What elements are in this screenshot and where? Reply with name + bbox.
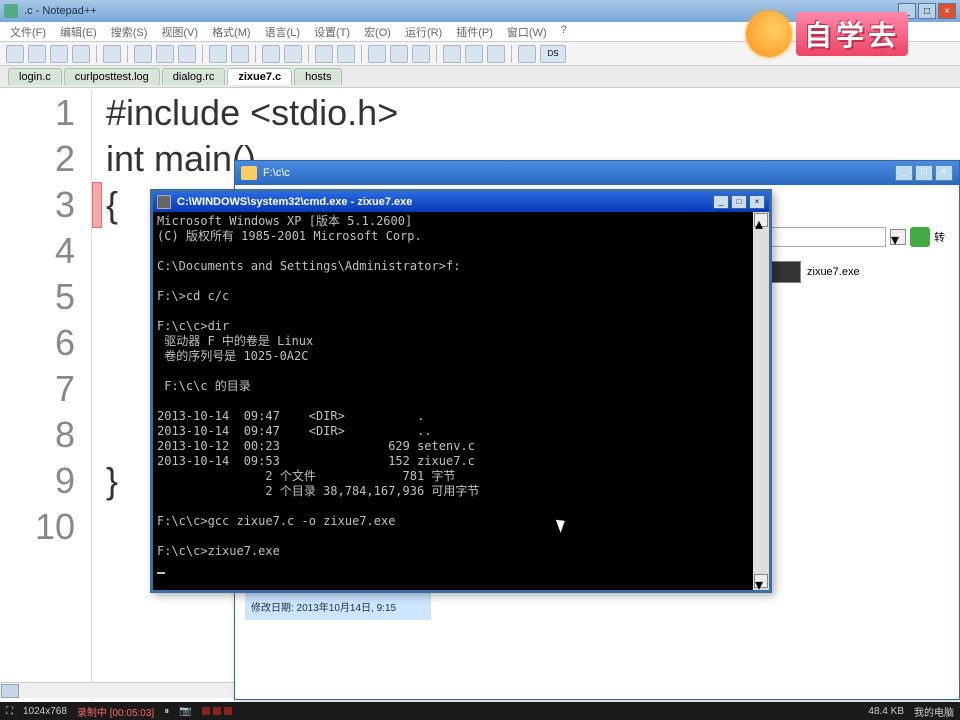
npp-icon (4, 4, 18, 18)
cmd-title-text: C:\WINDOWS\system32\cmd.exe - zixue7.exe (177, 196, 711, 208)
editor-tab[interactable]: curlposttest.log (64, 68, 160, 85)
screen-capture-icon[interactable]: ⛶ (6, 706, 13, 717)
save-all-icon[interactable] (72, 45, 90, 63)
cmd-scrollbar[interactable]: ▴ ▾ (753, 212, 769, 590)
code-line[interactable]: #include <stdio.h> (106, 90, 957, 136)
macro-play-icon[interactable] (487, 45, 505, 63)
menu-item[interactable]: 插件(P) (456, 24, 493, 39)
print-icon[interactable] (103, 45, 121, 63)
menu-item[interactable]: 编辑(E) (60, 24, 97, 39)
folder-icon (241, 166, 257, 180)
explorer-close[interactable]: × (935, 165, 953, 181)
menu-item[interactable]: ? (561, 24, 567, 39)
wordwrap-icon[interactable] (368, 45, 386, 63)
scroll-down-button[interactable]: ▾ (754, 574, 768, 588)
camera-icon[interactable]: 📷 (179, 706, 191, 717)
filesize-label: 48.4 KB (868, 706, 904, 717)
explorer-titlebar[interactable]: F:\c\c _ □ × (235, 161, 959, 185)
menu-item[interactable]: 视图(V) (161, 24, 198, 39)
line-number-gutter: 12345678910 (0, 90, 92, 700)
cmd-titlebar[interactable]: C:\WINDOWS\system32\cmd.exe - zixue7.exe… (153, 192, 769, 212)
cut-icon[interactable] (134, 45, 152, 63)
info-date: 修改日期: 2013年10月14日, 9:15 (251, 599, 425, 614)
menu-item[interactable]: 语言(L) (265, 24, 300, 39)
macro-stop-icon[interactable] (465, 45, 483, 63)
menu-item[interactable]: 搜索(S) (111, 24, 148, 39)
editor-tab[interactable]: login.c (8, 68, 62, 85)
cmd-output[interactable]: Microsoft Windows XP [版本 5.1.2600] (C) 版… (153, 212, 753, 590)
scroll-thumb[interactable] (1, 684, 19, 698)
menu-item[interactable]: 格式(M) (212, 24, 251, 39)
new-file-icon[interactable] (6, 45, 24, 63)
file-info-panel: 修改日期: 2013年10月14日, 9:15 (245, 593, 431, 620)
explorer-title: F:\c\c (263, 167, 893, 179)
copy-icon[interactable] (156, 45, 174, 63)
indicator-dots (202, 707, 232, 715)
explorer-minimize[interactable]: _ (895, 165, 913, 181)
open-file-icon[interactable] (28, 45, 46, 63)
editor-tab[interactable]: zixue7.c (227, 68, 292, 85)
exe-icon (769, 261, 801, 283)
cmd-maximize[interactable]: □ (731, 195, 747, 209)
menu-item[interactable]: 窗口(W) (507, 24, 547, 39)
paste-icon[interactable] (178, 45, 196, 63)
editor-tab[interactable]: hosts (294, 68, 342, 85)
replace-icon[interactable] (284, 45, 302, 63)
menu-item[interactable]: 文件(F) (10, 24, 46, 39)
pause-icon[interactable]: ⏸ (164, 706, 169, 717)
change-marker (92, 182, 102, 228)
save-icon[interactable] (50, 45, 68, 63)
sun-icon (746, 11, 792, 57)
redo-icon[interactable] (231, 45, 249, 63)
menu-item[interactable]: 宏(O) (364, 24, 391, 39)
undo-icon[interactable] (209, 45, 227, 63)
menu-item[interactable]: 设置(T) (314, 24, 350, 39)
recording-status: 录制中 [00:05:03] (77, 704, 154, 719)
npp-tabstrip: login.ccurlposttest.logdialog.rczixue7.c… (0, 66, 960, 88)
cmd-window: C:\WINDOWS\system32\cmd.exe - zixue7.exe… (150, 189, 772, 593)
zoom-out-icon[interactable] (337, 45, 355, 63)
file-name: zixue7.exe (807, 266, 860, 278)
logo-text: 自学去 (796, 12, 908, 56)
zoom-in-icon[interactable] (315, 45, 333, 63)
show-all-chars-icon[interactable] (390, 45, 408, 63)
recording-taskbar: ⛶ 1024x768 录制中 [00:05:03] ⏸ 📷 48.4 KB 我的… (0, 702, 960, 720)
explorer-maximize[interactable]: □ (915, 165, 933, 181)
file-list[interactable]: zixue7.exe (769, 261, 949, 289)
plugin-icon[interactable] (518, 45, 536, 63)
find-icon[interactable] (262, 45, 280, 63)
doc-switcher-icon[interactable]: DS (540, 45, 566, 63)
editor-tab[interactable]: dialog.rc (162, 68, 226, 85)
scroll-up-button[interactable]: ▴ (754, 213, 768, 227)
indent-guide-icon[interactable] (412, 45, 430, 63)
my-computer-label[interactable]: 我的电脑 (914, 704, 954, 719)
cmd-close[interactable]: × (749, 195, 765, 209)
watermark-logo: 自学去 (746, 4, 956, 64)
resolution-label: 1024x768 (23, 706, 67, 717)
macro-record-icon[interactable] (443, 45, 461, 63)
go-label: 转 (934, 229, 945, 245)
file-item-exe[interactable]: zixue7.exe (769, 261, 949, 283)
address-dropdown[interactable]: ▾ (890, 229, 906, 245)
go-button[interactable] (910, 227, 930, 247)
menu-item[interactable]: 运行(R) (405, 24, 442, 39)
cmd-icon (157, 195, 171, 209)
cmd-minimize[interactable]: _ (713, 195, 729, 209)
